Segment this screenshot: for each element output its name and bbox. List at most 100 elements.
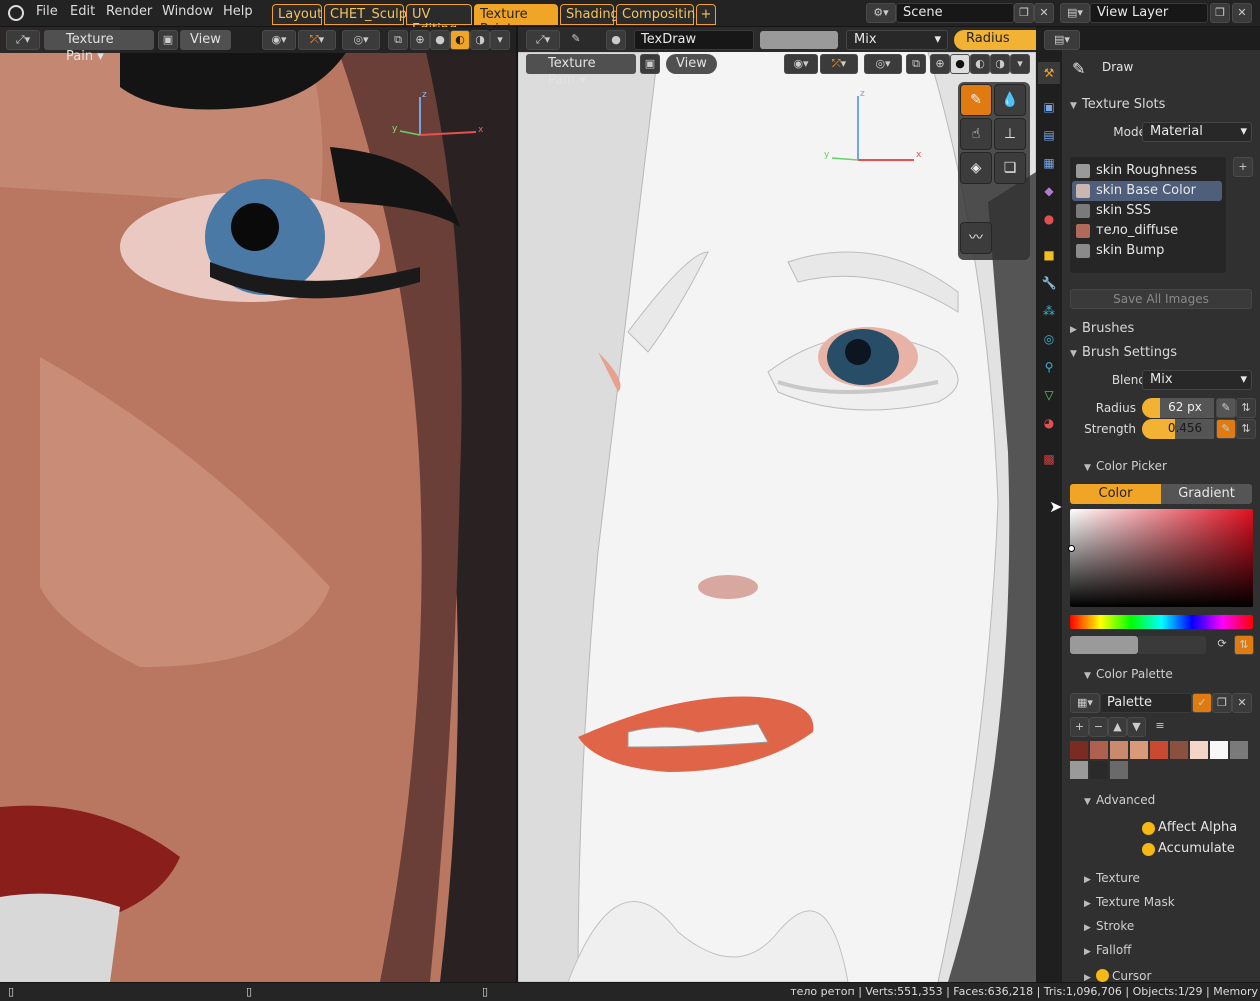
clone-tool-icon[interactable]: ⊥	[994, 118, 1026, 150]
strength-pressure-icon[interactable]: ✎	[1216, 419, 1236, 439]
add-workspace-button[interactable]: +	[696, 4, 716, 25]
menu-edit[interactable]: Edit	[70, 4, 95, 19]
palette-browse-icon[interactable]: ▦▾	[1070, 693, 1100, 713]
brush-settings-header[interactable]: ▼ Brush Settings	[1070, 345, 1177, 360]
blend-dropdown[interactable]: Mix ▾	[846, 30, 948, 50]
brushes-header[interactable]: ▶ Brushes	[1070, 321, 1134, 336]
list-item[interactable]: skin Bump	[1072, 241, 1222, 261]
tab-shading[interactable]: Shading	[560, 4, 619, 25]
material-tab-icon[interactable]: ◕	[1038, 412, 1060, 434]
render-tab-icon[interactable]: ▣	[1038, 96, 1060, 118]
blender-logo-icon[interactable]	[8, 5, 24, 21]
palette-swatch[interactable]	[1230, 741, 1248, 759]
view-menu[interactable]: View	[666, 54, 717, 74]
draw-tool-icon[interactable]: ✎	[960, 84, 992, 116]
visibility-icon[interactable]: ◉▾	[262, 30, 296, 50]
palette-copy-icon[interactable]: ❐	[1212, 693, 1232, 713]
stroke-panel-header[interactable]: ▶ Stroke	[1084, 919, 1134, 933]
radius-slider[interactable]: Radius	[954, 30, 1036, 50]
palette-move-down-icon[interactable]: ▼	[1127, 717, 1146, 737]
data-tab-icon[interactable]: ▽	[1038, 384, 1060, 406]
falloff-panel-header[interactable]: ▶ Falloff	[1084, 943, 1131, 957]
palette-move-up-icon[interactable]: ▲	[1108, 717, 1127, 737]
cursor-checkbox[interactable]	[1096, 969, 1109, 982]
solid-shading-icon[interactable]: ●	[950, 54, 970, 74]
scene-copy-icon[interactable]: ❐	[1014, 3, 1034, 23]
palette-swatch[interactable]	[1190, 741, 1208, 759]
palette-swatch[interactable]	[1130, 741, 1148, 759]
left-axis-gizmo[interactable]: z x y	[380, 87, 490, 167]
world-tab-icon[interactable]: ●	[1038, 208, 1060, 230]
strength-slider[interactable]: 0.456	[1142, 419, 1214, 439]
rendered-shading-icon[interactable]: ◑	[470, 30, 490, 50]
tab-layout[interactable]: Layout	[272, 4, 322, 25]
brush-name-field[interactable]: TexDraw	[634, 30, 754, 50]
wireframe-shading-icon[interactable]: ⊕	[930, 54, 950, 74]
shading-options-icon[interactable]: ▾	[1010, 54, 1030, 74]
overlays-icon[interactable]: ◎▾	[342, 30, 380, 50]
scene-close-icon[interactable]: ✕	[1034, 3, 1054, 23]
properties-editor-type-icon[interactable]: ▤▾	[1044, 30, 1080, 50]
modifier-tab-icon[interactable]: 🔧	[1038, 272, 1060, 294]
object-tab-icon[interactable]: ■	[1038, 244, 1060, 266]
palette-name-field[interactable]: Palette	[1100, 693, 1192, 713]
palette-swatch[interactable]	[1070, 761, 1088, 779]
palette-swatch[interactable]	[1110, 761, 1128, 779]
accumulate-checkbox[interactable]	[1142, 843, 1155, 856]
right-viewport[interactable]: Texture Pain ▾ ▣ View ◉▾ ⤱▾ ◎▾ ⧉ ⊕ ● ◐ ◑…	[518, 52, 1036, 982]
palette-swatch[interactable]	[1070, 741, 1088, 759]
radius-slider[interactable]: 62 px	[1142, 398, 1214, 418]
advanced-header[interactable]: ▼ Advanced	[1084, 793, 1155, 807]
cursor-panel-header[interactable]: ▶ Cursor	[1084, 967, 1151, 983]
tab-chet-sculpt[interactable]: CHET_Sculpt	[324, 4, 412, 25]
tab-uv-editing[interactable]: UV Editing	[406, 4, 472, 37]
material-shading-icon[interactable]: ◐	[970, 54, 990, 74]
brush-icon[interactable]: ✎	[566, 30, 586, 50]
list-item[interactable]: skin SSS	[1072, 201, 1222, 221]
palette-swatch[interactable]	[1170, 741, 1188, 759]
shading-options-icon[interactable]: ▾	[490, 30, 510, 50]
view-menu[interactable]: View	[180, 30, 231, 50]
add-slot-icon[interactable]: +	[1233, 157, 1253, 177]
swap-colors-icon[interactable]: ⟳	[1212, 635, 1232, 655]
mask-tool-icon[interactable]: ❏	[994, 152, 1026, 184]
xray-icon[interactable]: ⧉	[388, 30, 408, 50]
secondary-color-swatch[interactable]	[1138, 636, 1206, 654]
gradient-tab[interactable]: Gradient	[1161, 484, 1252, 504]
smear-tool-icon[interactable]: ☝	[960, 118, 992, 150]
color-picker-cursor[interactable]	[1068, 545, 1075, 552]
texture-paint-icon[interactable]: ▣	[158, 30, 178, 50]
editor-type-icon[interactable]: ⤢▾	[6, 30, 40, 50]
particles-tab-icon[interactable]: ⁂	[1038, 300, 1060, 322]
editor-type-icon[interactable]: ⤢▾	[526, 30, 560, 50]
overlays-icon[interactable]: ◎▾	[864, 54, 902, 74]
rendered-shading-icon[interactable]: ◑	[990, 54, 1010, 74]
wireframe-shading-icon[interactable]: ⊕	[410, 30, 430, 50]
scene-browse-icon[interactable]: ⚙▾	[866, 3, 896, 23]
physics-tab-icon[interactable]: ◎	[1038, 328, 1060, 350]
fill-tool-icon[interactable]: ◈	[960, 152, 992, 184]
brush-color-swatch[interactable]	[760, 31, 838, 49]
gizmo-icon[interactable]: ⤱▾	[298, 30, 336, 50]
current-color-swatch[interactable]	[1070, 636, 1138, 654]
palette-swatch[interactable]	[1090, 761, 1108, 779]
tab-texture-paint[interactable]: Texture Paint	[474, 4, 558, 37]
palette-swatch[interactable]	[1150, 741, 1168, 759]
color-wheel-square[interactable]	[1068, 509, 1253, 607]
annotate-tool-icon[interactable]: 〰	[960, 222, 992, 254]
tool-tab-icon[interactable]: ⚒	[1038, 62, 1060, 84]
menu-window[interactable]: Window	[162, 4, 213, 19]
palette-remove-icon[interactable]: −	[1089, 717, 1108, 737]
material-shading-icon[interactable]: ◐	[450, 30, 470, 50]
view-layer-browse-icon[interactable]: ▤▾	[1060, 3, 1090, 23]
color-tab[interactable]: Color	[1070, 484, 1161, 504]
scene-tab-icon[interactable]: ◆	[1038, 180, 1060, 202]
color-palette-header[interactable]: ▼ Color Palette	[1084, 667, 1173, 681]
texture-panel-header[interactable]: ▶ Texture	[1084, 871, 1140, 885]
scene-field[interactable]: Scene	[896, 3, 1014, 23]
texture-slots-header[interactable]: ▼ Texture Slots	[1070, 97, 1165, 112]
menu-file[interactable]: File	[36, 4, 58, 19]
strength-unit-icon[interactable]: ⇅	[1236, 419, 1256, 439]
solid-shading-icon[interactable]: ●	[430, 30, 450, 50]
soften-tool-icon[interactable]: 💧	[994, 84, 1026, 116]
